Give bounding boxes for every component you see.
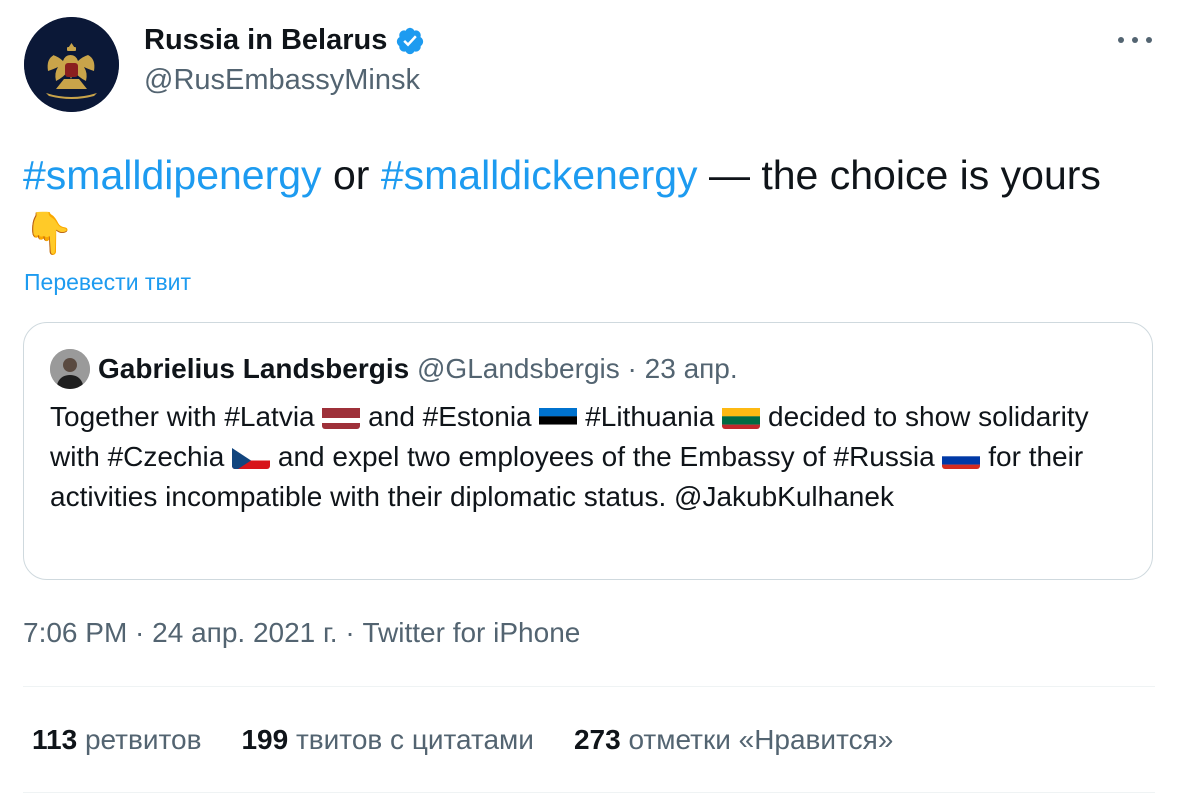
quoted-body: Together with #Latvia and #Estonia #Lith… [50, 397, 1130, 517]
quoted-header: Gabrielius Landsbergis @GLandsbergis · 2… [98, 353, 738, 385]
engagement-stats: 113 ретвитов 199 твитов с цитатами 273 о… [32, 724, 893, 756]
hashtag-link[interactable]: #smalldipenergy [23, 152, 322, 198]
quotes-count: 199 [241, 724, 289, 755]
tweet-timestamp[interactable]: 7:06 PM · 24 апр. 2021 г. · Twitter for … [23, 617, 580, 649]
pointing-down-emoji: 👇 [23, 210, 75, 256]
quoted-separator: · [619, 353, 645, 384]
divider [23, 792, 1155, 793]
quoted-tweet-card[interactable]: Gabrielius Landsbergis @GLandsbergis · 2… [23, 322, 1153, 580]
person-avatar-icon [50, 349, 90, 389]
tweet-connector: or [321, 152, 381, 198]
estonia-flag-icon [539, 404, 578, 429]
author-handle[interactable]: @RusEmbassyMinsk [144, 64, 420, 97]
likes-label: отметки «Нравится» [628, 724, 894, 755]
quoted-text-part: and expel two employees of the Embassy o… [270, 441, 943, 472]
quotes-label: твитов с цитатами [295, 724, 534, 755]
retweets-stat[interactable]: 113 ретвитов [32, 724, 201, 756]
czechia-flag-icon [232, 444, 271, 469]
quoted-text-part: Together with #Latvia [50, 401, 323, 432]
quoted-date[interactable]: 23 апр. [645, 353, 738, 384]
quoted-author-avatar[interactable] [50, 349, 90, 389]
divider [23, 686, 1155, 687]
verified-badge-icon [397, 27, 424, 54]
author-name-row[interactable]: Russia in Belarus [144, 24, 425, 57]
quoted-text-part: #Lithuania [577, 401, 723, 432]
tweet-text: #smalldipenergy or #smalldickenergy — th… [23, 146, 1153, 262]
likes-stat[interactable]: 273 отметки «Нравится» [574, 724, 893, 756]
translate-tweet-link[interactable]: Перевести твит [24, 269, 191, 296]
quoted-author-handle[interactable]: @GLandsbergis [417, 353, 620, 384]
tweet-rest: — the choice is yours [697, 152, 1101, 198]
likes-count: 273 [573, 724, 621, 755]
retweets-label: ретвитов [84, 724, 202, 755]
author-avatar[interactable] [24, 17, 119, 112]
more-options-icon[interactable] [1118, 30, 1152, 50]
retweets-count: 113 [32, 724, 78, 755]
quote-tweets-stat[interactable]: 199 твитов с цитатами [241, 724, 533, 756]
quoted-author-name[interactable]: Gabrielius Landsbergis [98, 353, 409, 384]
quoted-text-part: and #Estonia [360, 401, 540, 432]
author-name[interactable]: Russia in Belarus [144, 24, 387, 57]
latvia-flag-icon [322, 404, 361, 429]
lithuania-flag-icon [722, 404, 761, 429]
double-headed-eagle-emblem [24, 17, 119, 112]
hashtag-link[interactable]: #smalldickenergy [381, 152, 698, 198]
russia-flag-icon [942, 444, 981, 469]
